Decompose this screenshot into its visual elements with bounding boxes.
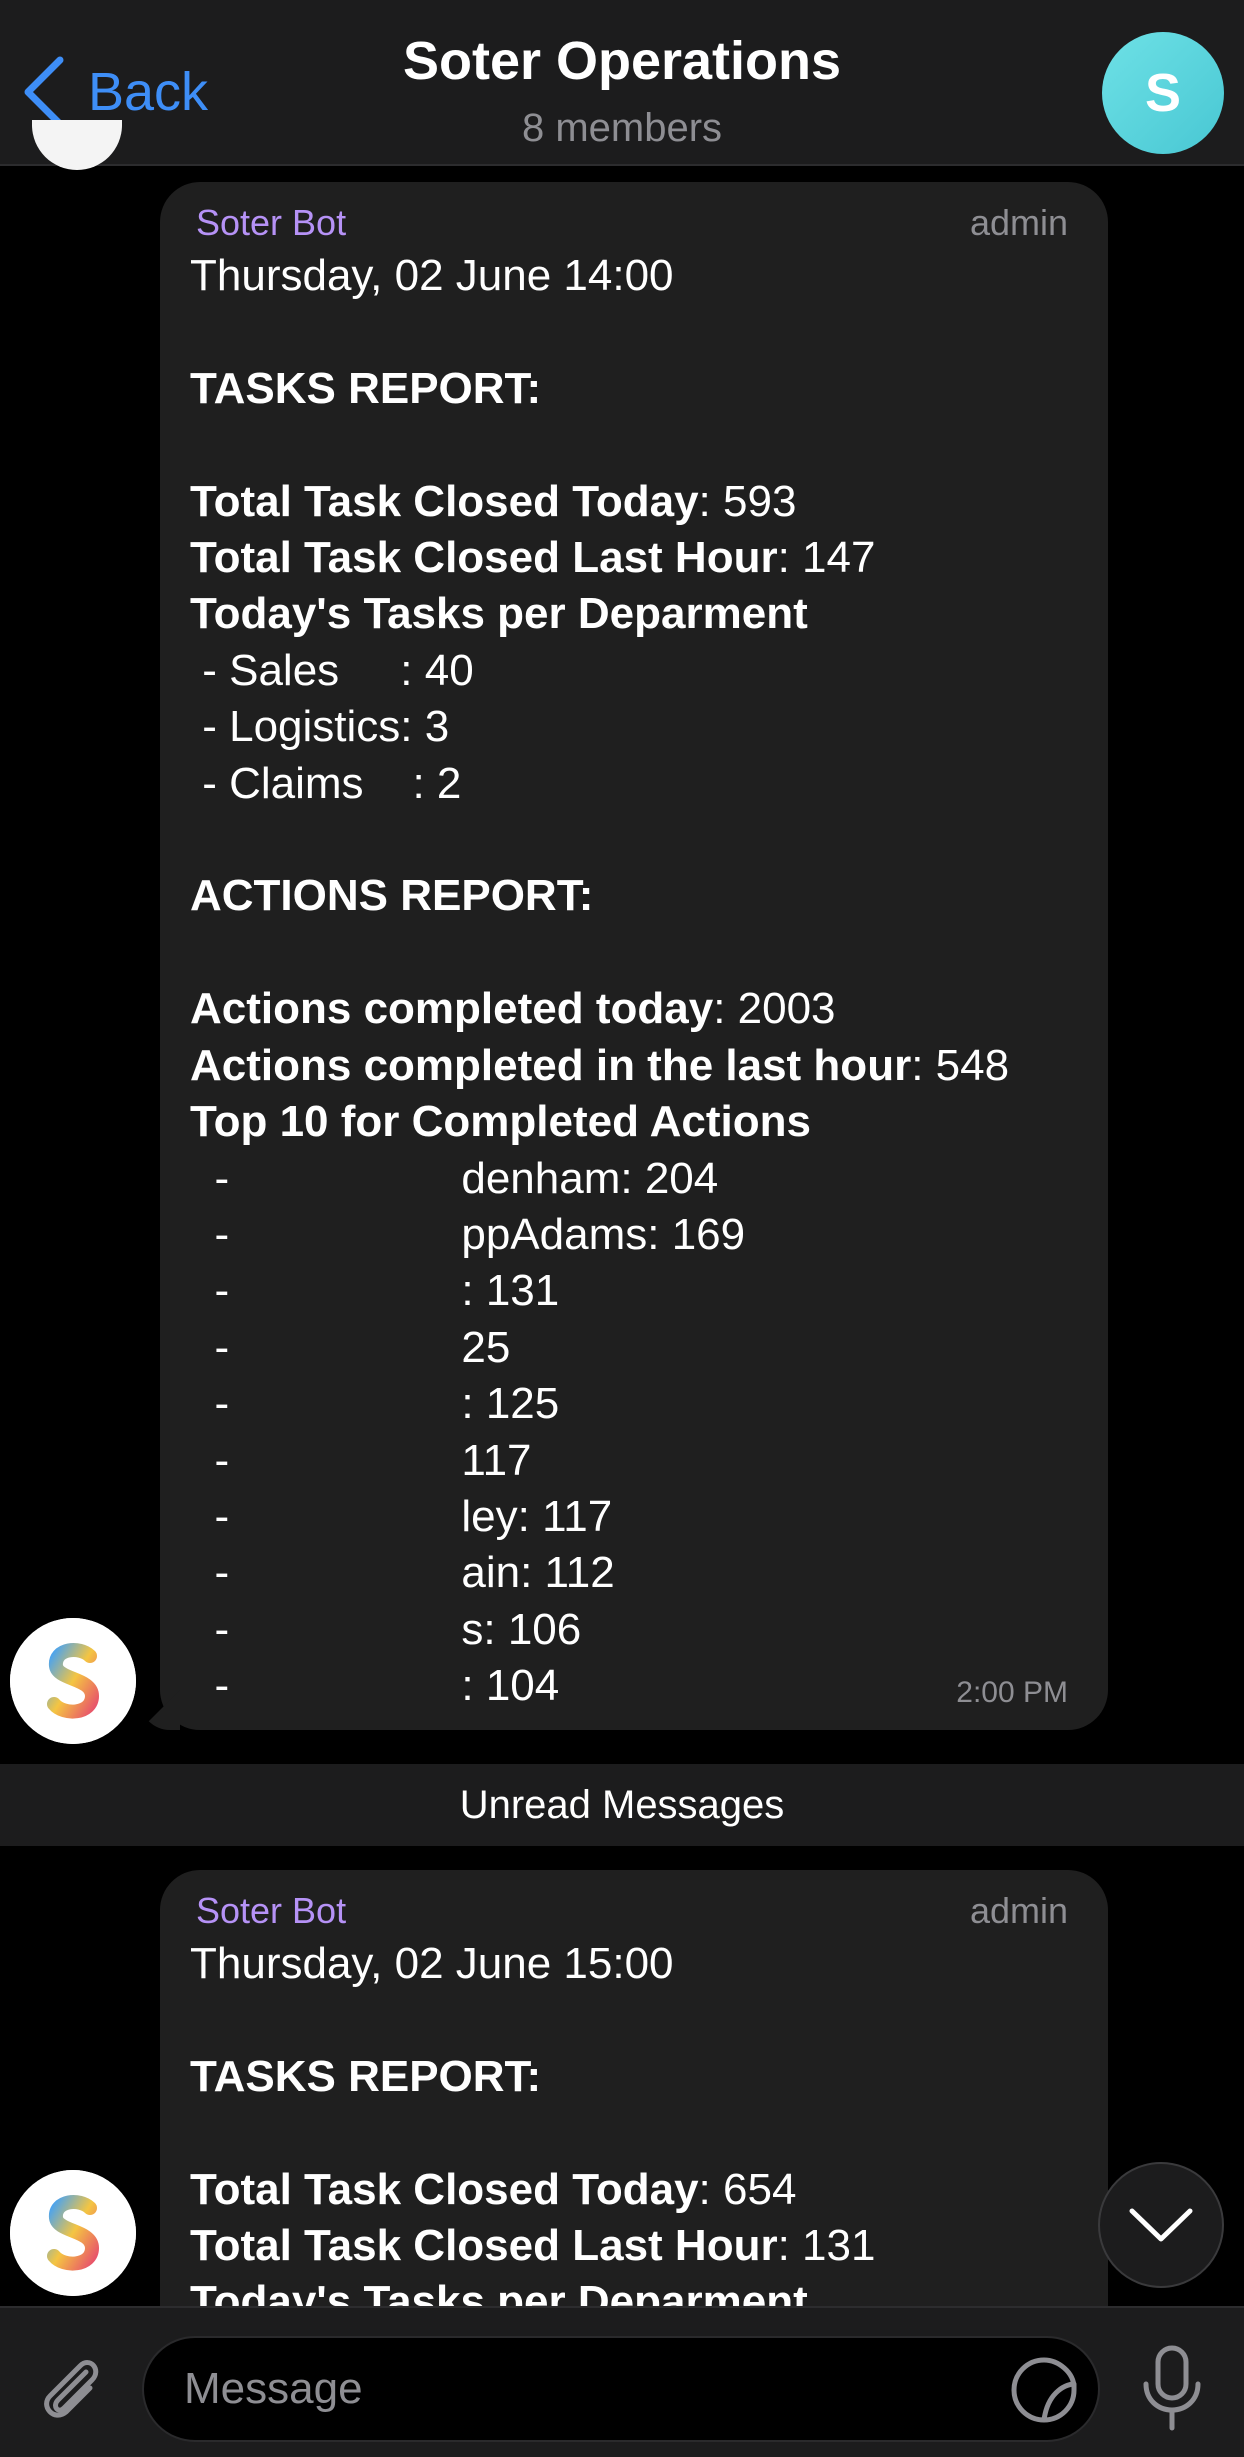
total-today-label: Total Task Closed Today (190, 476, 699, 526)
bot-avatar[interactable] (10, 1618, 136, 1744)
actions-today-label: Actions completed today (190, 984, 714, 1034)
chat-title-area[interactable]: Soter Operations 8 members (0, 30, 1244, 151)
admin-badge: admin (969, 1890, 1068, 1931)
actions-heading: ACTIONS REPORT: (190, 871, 594, 921)
total-today-label: Total Task Closed Today (190, 2164, 699, 2214)
message-input[interactable]: Message (142, 2336, 1100, 2442)
actions-today-value: : 2003 (713, 984, 836, 1034)
total-today-value: : 593 (698, 476, 797, 526)
last-hour-value: : 131 (777, 2221, 876, 2271)
soter-logo-icon (10, 2170, 136, 2296)
group-avatar[interactable]: S (1102, 32, 1224, 154)
microphone-icon[interactable] (1136, 2344, 1208, 2434)
chat-header: Back Soter Operations 8 members S (0, 0, 1244, 166)
total-today-value: : 654 (698, 2164, 797, 2214)
actions-hour-value: : 548 (911, 1040, 1010, 1090)
message-time: 2:00 PM (956, 1676, 1068, 1709)
last-hour-value: : 147 (777, 533, 876, 583)
actions-hour-label: Actions completed in the last hour (190, 1040, 912, 1090)
message-bubble[interactable]: Soter Bot admin Thursday, 02 June 14:00 … (160, 182, 1108, 1730)
unread-divider: Unread Messages (0, 1764, 1244, 1846)
top-line: - : 131 (190, 1266, 560, 1316)
top-line: - s: 106 (190, 1604, 582, 1654)
top-line: - ppAdams: 169 (190, 1209, 746, 1259)
per-dept-label: Today's Tasks per Deparment (190, 589, 808, 639)
last-hour-label: Total Task Closed Last Hour (190, 2221, 778, 2271)
group-avatar-letter: S (1144, 63, 1182, 123)
paperclip-icon[interactable] (30, 2350, 110, 2430)
chevron-down-icon (1129, 2208, 1193, 2242)
message-date-line: Thursday, 02 June 14:00 (190, 251, 674, 300)
dept-line: - Logistics: 3 (190, 702, 450, 752)
message-text: Thursday, 02 June 14:00 TASKS REPORT: To… (190, 248, 1009, 1715)
scroll-to-bottom-button[interactable] (1098, 2162, 1224, 2288)
top-line: - 25 (190, 1322, 511, 1372)
sender-name[interactable]: Soter Bot (196, 202, 346, 244)
top10-label: Top 10 for Completed Actions (190, 1097, 811, 1147)
dept-line: - Claims : 2 (190, 758, 462, 808)
top-line: - denham: 204 (190, 1153, 719, 1203)
top-line: - ain: 112 (190, 1548, 615, 1598)
sender-name[interactable]: Soter Bot (196, 1890, 346, 1932)
dept-line: - Sales : 40 (190, 645, 474, 695)
top-line: - : 125 (190, 1379, 560, 1429)
member-count: 8 members (521, 106, 723, 150)
top-line: - ley: 117 (190, 1491, 613, 1541)
last-hour-label: Total Task Closed Last Hour (190, 533, 778, 583)
top-line: - : 104 (190, 1661, 560, 1711)
message-text: Thursday, 02 June 15:00 TASKS REPORT: To… (190, 1936, 875, 2331)
unread-label: Unread Messages (459, 1782, 785, 1827)
tasks-heading: TASKS REPORT: (190, 363, 542, 413)
top-line: - 117 (190, 1435, 532, 1485)
bot-avatar[interactable] (10, 2170, 136, 2296)
message-composer: Message (0, 2306, 1244, 2457)
message-placeholder: Message (184, 2364, 363, 2413)
chat-title: Soter Operations (402, 31, 842, 91)
message-date-line: Thursday, 02 June 15:00 (190, 1939, 674, 1988)
admin-badge: admin (969, 202, 1068, 243)
message-bubble[interactable]: Soter Bot admin Thursday, 02 June 15:00 … (160, 1870, 1108, 2370)
sticker-icon[interactable] (1008, 2354, 1080, 2426)
soter-logo-icon (10, 1618, 136, 1744)
tasks-heading: TASKS REPORT: (190, 2051, 542, 2101)
